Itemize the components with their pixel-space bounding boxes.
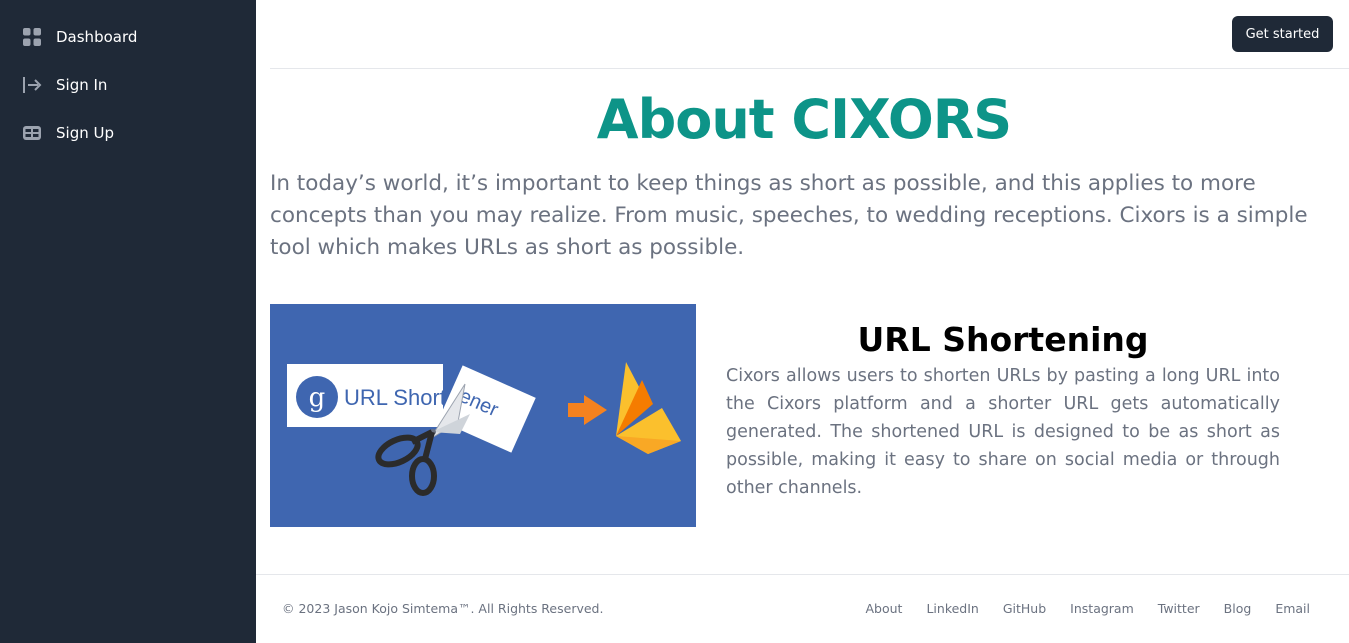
footer-link-instagram[interactable]: Instagram bbox=[1070, 601, 1134, 616]
table-icon bbox=[22, 123, 42, 143]
card-left-text: URL Short bbox=[344, 385, 446, 410]
sidebar: Dashboard Sign In Sign Up bbox=[0, 0, 256, 643]
sidebar-item-label: Sign Up bbox=[56, 124, 114, 142]
intro-paragraph: In today’s world, it’s important to keep… bbox=[270, 171, 1308, 260]
footer-divider bbox=[256, 574, 1349, 575]
footer-link-twitter[interactable]: Twitter bbox=[1158, 601, 1200, 616]
footer-link-blog[interactable]: Blog bbox=[1224, 601, 1252, 616]
copyright-text: © 2023 Jason Kojo Simtema™. All Rights R… bbox=[282, 601, 604, 616]
feature-description: Cixors allows users to shorten URLs by p… bbox=[726, 366, 1280, 498]
topbar bbox=[256, 0, 1349, 68]
sign-in-icon bbox=[22, 75, 42, 95]
sidebar-item-sign-up[interactable]: Sign Up bbox=[22, 119, 114, 147]
logo-letter: g bbox=[309, 383, 326, 413]
footer-link-linkedin[interactable]: LinkedIn bbox=[926, 601, 978, 616]
feature-title: URL Shortening bbox=[857, 320, 1149, 359]
url-shortener-illustration: g URL Short ener bbox=[270, 304, 696, 527]
header-divider bbox=[270, 68, 1349, 69]
get-started-button[interactable]: Get started bbox=[1232, 16, 1333, 52]
sidebar-item-label: Sign In bbox=[56, 76, 108, 94]
footer-links: About LinkedIn GitHub Instagram Twitter … bbox=[865, 601, 1310, 616]
footer-link-github[interactable]: GitHub bbox=[1003, 601, 1046, 616]
footer-link-about[interactable]: About bbox=[865, 601, 902, 616]
grid-icon bbox=[22, 27, 42, 47]
sidebar-item-dashboard[interactable]: Dashboard bbox=[22, 23, 137, 51]
footer-link-email[interactable]: Email bbox=[1275, 601, 1310, 616]
sidebar-item-sign-in[interactable]: Sign In bbox=[22, 71, 107, 99]
page-title: About CIXORS bbox=[596, 88, 1012, 151]
sidebar-item-label: Dashboard bbox=[56, 28, 138, 46]
